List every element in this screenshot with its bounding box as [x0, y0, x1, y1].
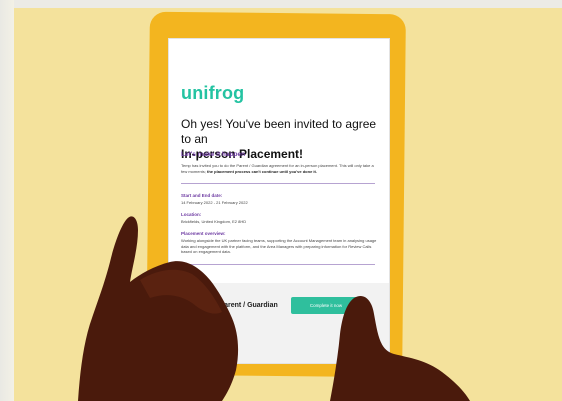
hands-illustration — [78, 216, 470, 401]
right-hand — [330, 295, 470, 401]
